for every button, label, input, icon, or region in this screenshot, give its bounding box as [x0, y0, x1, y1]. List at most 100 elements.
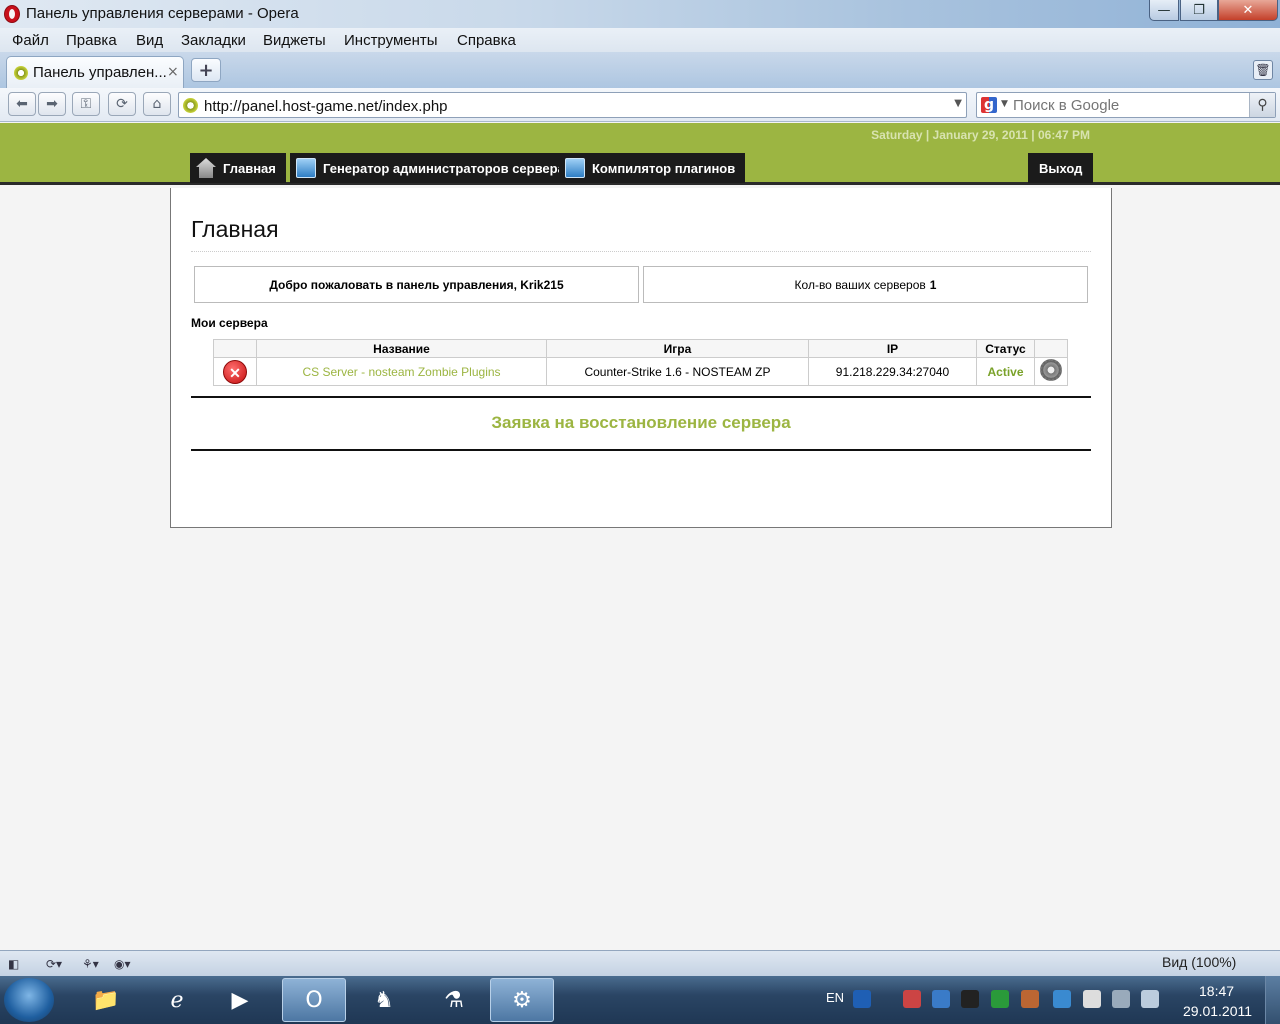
- trash-icon[interactable]: 🗑: [1253, 60, 1273, 80]
- navigation-toolbar: ⬅ ➡ ⚿ ⟳ ⌂ http://panel.host-game.net/ind…: [0, 88, 1280, 122]
- windows-taskbar: 📁 ℯ ▶ O ♞ ⚗ ⚙ EN 18:47 29.01.2011: [0, 976, 1280, 1024]
- servers-count-label: Кол-во ваших серверов: [794, 277, 926, 292]
- servers-count-box: Кол-во ваших серверов 1: [643, 266, 1088, 303]
- steam-icon[interactable]: ⚙: [490, 978, 554, 1022]
- table-header-row: Название Игра IP Статус: [213, 339, 1068, 358]
- help-icon[interactable]: [853, 990, 871, 1008]
- computer-icon: [565, 158, 585, 178]
- counter-strike-icon[interactable]: ♞: [352, 978, 416, 1022]
- servers-table: Название Игра IP Статус ✕ CS Server - no…: [213, 339, 1068, 386]
- header-date: Saturday | January 29, 2011 | 06:47 PM: [871, 128, 1090, 142]
- wand-button[interactable]: ⚿: [72, 92, 100, 116]
- title-divider: [191, 251, 1091, 252]
- turbo-icon[interactable]: ◉▾: [114, 954, 131, 974]
- menu-tools[interactable]: Инструменты: [344, 32, 438, 49]
- antivirus-icon[interactable]: [903, 990, 921, 1008]
- tab-active[interactable]: Панель управлен... ×: [6, 56, 184, 88]
- col-game: Игра: [546, 339, 809, 358]
- search-input[interactable]: [1013, 96, 1243, 114]
- page-title: Главная: [191, 216, 279, 242]
- menu-view[interactable]: Вид: [136, 32, 163, 49]
- panel-toggle-icon[interactable]: ◧: [8, 954, 19, 974]
- key-icon: ⚿: [80, 96, 92, 112]
- menu-widgets[interactable]: Виджеты: [263, 32, 326, 49]
- opera-taskbar-icon[interactable]: O: [282, 978, 346, 1022]
- site-favicon-icon: [183, 98, 198, 113]
- back-arrow-icon: ⬅: [16, 96, 28, 112]
- utility-icon[interactable]: ⚗: [422, 978, 486, 1022]
- tab-label: Панель управлен...: [33, 64, 167, 81]
- media-player-icon[interactable]: ▶: [208, 978, 272, 1022]
- back-button[interactable]: ⬅: [8, 92, 36, 116]
- new-tab-button[interactable]: +: [191, 58, 221, 82]
- zoom-control[interactable]: Вид (100%): [1162, 954, 1236, 970]
- download-icon[interactable]: [932, 990, 950, 1008]
- window-title: Панель управления серверами - Opera: [26, 5, 299, 22]
- divider-top: [191, 396, 1091, 398]
- action-center-icon[interactable]: [1083, 990, 1101, 1008]
- menu-help[interactable]: Справка: [457, 32, 516, 49]
- google-icon[interactable]: g: [981, 97, 997, 113]
- explorer-icon[interactable]: 📁: [74, 978, 138, 1022]
- nav-admin-generator[interactable]: Генератор администраторов сервера: [290, 153, 575, 183]
- icq-icon[interactable]: [991, 990, 1009, 1008]
- nav-plugin-compiler[interactable]: Компилятор плагинов: [559, 153, 746, 183]
- menu-file[interactable]: Файл: [12, 32, 49, 49]
- site-favicon-icon: [14, 66, 28, 80]
- nav-home[interactable]: Главная: [190, 153, 286, 183]
- search-box: g ▼ ⚲: [976, 92, 1276, 118]
- col-settings: [1034, 339, 1068, 358]
- forward-button[interactable]: ➡: [38, 92, 66, 116]
- search-go-button[interactable]: ⚲: [1249, 93, 1275, 117]
- clock-time[interactable]: 18:47: [1199, 983, 1234, 999]
- maximize-button[interactable]: ❐: [1180, 0, 1218, 21]
- server-name-link[interactable]: CS Server - nosteam Zombie Plugins: [256, 357, 547, 386]
- tab-close-icon[interactable]: ×: [167, 64, 179, 80]
- steam-tray-icon[interactable]: [961, 990, 979, 1008]
- menu-edit[interactable]: Правка: [66, 32, 117, 49]
- close-button[interactable]: ✕: [1218, 0, 1278, 21]
- language-indicator[interactable]: EN: [826, 990, 844, 1005]
- restore-request-link[interactable]: Заявка на восстановление сервера: [191, 413, 1091, 433]
- url-text: http://panel.host-game.net/index.php: [204, 98, 448, 115]
- col-status: Статус: [976, 339, 1035, 358]
- volume-icon[interactable]: [1141, 990, 1159, 1008]
- home-button[interactable]: ⌂: [143, 92, 171, 116]
- my-servers-heading: Мои сервера: [191, 316, 268, 330]
- opera-logo-icon: [4, 5, 20, 23]
- menu-bookmarks[interactable]: Закладки: [181, 32, 246, 49]
- network-icon[interactable]: [1112, 990, 1130, 1008]
- engine-dropdown-icon[interactable]: ▼: [1001, 99, 1008, 109]
- logout-button[interactable]: Выход: [1028, 153, 1094, 183]
- computer-icon: [296, 158, 316, 178]
- gear-icon[interactable]: [1040, 359, 1062, 381]
- internet-explorer-icon[interactable]: ℯ: [145, 978, 209, 1022]
- clock-date[interactable]: 29.01.2011: [1183, 1003, 1252, 1019]
- start-button[interactable]: [4, 978, 54, 1022]
- col-action: [213, 339, 257, 358]
- quicktime-icon[interactable]: [1053, 990, 1071, 1008]
- nav-plugin-compiler-label: Компилятор плагинов: [592, 160, 736, 176]
- table-row: ✕ CS Server - nosteam Zombie Plugins Cou…: [213, 357, 1068, 386]
- tray-app-icon[interactable]: [1021, 990, 1039, 1008]
- server-ip: 91.218.229.34:27040: [808, 357, 977, 386]
- address-bar[interactable]: http://panel.host-game.net/index.php ▼: [178, 92, 967, 118]
- welcome-text: Добро пожаловать в панель управления, Kr…: [269, 277, 564, 292]
- divider-bottom: [191, 449, 1091, 451]
- sync-icon[interactable]: ⟳▾: [46, 954, 62, 974]
- menu-bar: Файл Правка Вид Закладки Виджеты Инструм…: [0, 28, 1280, 52]
- show-desktop-button[interactable]: [1265, 976, 1280, 1024]
- col-name: Название: [256, 339, 547, 358]
- forward-arrow-icon: ➡: [46, 96, 58, 112]
- address-dropdown-icon[interactable]: ▼: [954, 98, 962, 109]
- unite-icon[interactable]: ⚘▾: [82, 954, 99, 974]
- home-icon: ⌂: [152, 96, 162, 112]
- site-header: Saturday | January 29, 2011 | 06:47 PM Г…: [0, 123, 1280, 185]
- reload-button[interactable]: ⟳: [108, 92, 136, 116]
- status-bar: ◧ ⟳▾ ⚘▾ ◉▾ Вид (100%): [0, 950, 1280, 976]
- minimize-button[interactable]: —: [1149, 0, 1179, 21]
- server-game: Counter-Strike 1.6 - NOSTEAM ZP: [546, 357, 809, 386]
- delete-icon[interactable]: ✕: [223, 359, 247, 384]
- nav-home-label: Главная: [223, 160, 276, 176]
- reload-icon: ⟳: [116, 96, 128, 112]
